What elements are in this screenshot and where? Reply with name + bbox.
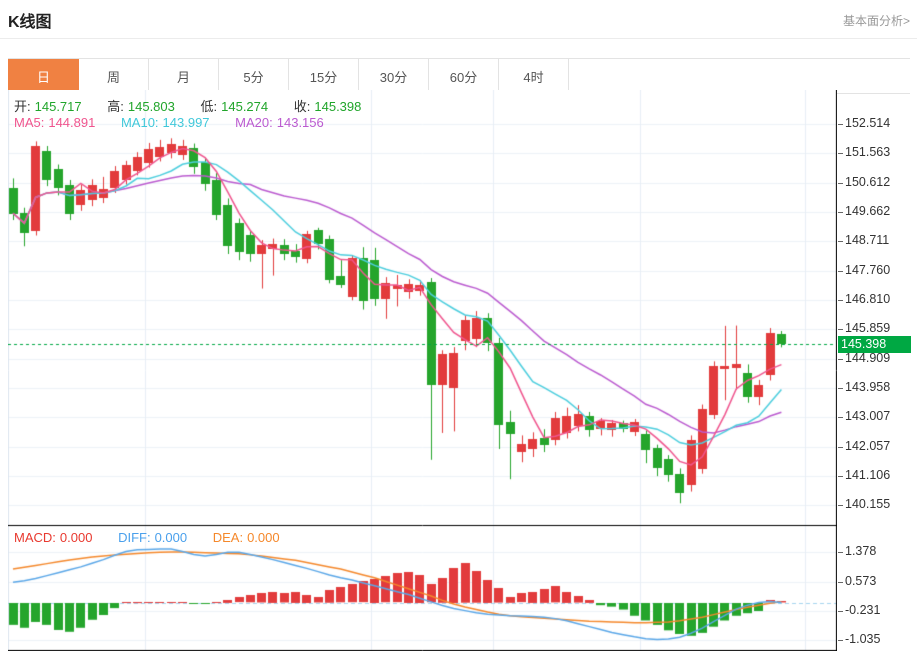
- ma20-value: 143.156: [276, 115, 324, 130]
- price-axis-label-tick: [838, 505, 843, 507]
- ma10-label: MA10:: [120, 115, 159, 130]
- fundamental-analysis-link[interactable]: 基本面分析>: [843, 12, 910, 29]
- macd-axis-label: -1.035: [845, 632, 881, 647]
- tab-月[interactable]: 月: [149, 59, 219, 93]
- price-axis-label-tick: [838, 270, 843, 272]
- price-axis-label-tick: [838, 417, 843, 419]
- price-axis-label: 151.563: [845, 145, 891, 160]
- tab-周[interactable]: 周: [79, 59, 149, 93]
- price-axis-label: 141.106: [845, 467, 891, 482]
- tab-30分[interactable]: 30分: [359, 59, 429, 93]
- close-label: 收:: [293, 99, 311, 114]
- macd-axis-label-tick: [838, 552, 843, 554]
- price-axis-label: 140.155: [845, 497, 891, 512]
- macd-axis-label: -0.231: [845, 603, 881, 617]
- price-axis-label-tick: [838, 153, 843, 155]
- kline-page: { "page": {"title": "K线图", "link": "基本面分…: [0, 0, 917, 656]
- price-axis-label: 142.057: [845, 438, 891, 453]
- price-axis-label: 148.711: [845, 233, 890, 248]
- period-tabbar: 日周月 5分 15分 30分 60分 4时: [8, 58, 910, 94]
- macd-axis-label-tick: [838, 640, 843, 642]
- price-axis-label-tick: [838, 241, 843, 243]
- title-divider: [0, 38, 917, 39]
- ma-legend-row: MA5: 144.891 MA10: 143.997 MA20: 143.156: [14, 115, 328, 130]
- price-axis-label-tick: [838, 329, 843, 331]
- price-axis-label: 147.760: [845, 262, 891, 277]
- price-axis-label-tick: [838, 182, 843, 184]
- price-axis-label: 146.810: [845, 291, 891, 306]
- price-axis-label: 149.662: [845, 203, 891, 218]
- price-axis-label: 143.007: [845, 409, 891, 424]
- low-label: 低:: [200, 99, 218, 114]
- ma5-value: 144.891: [48, 115, 96, 130]
- high-label: 高:: [107, 99, 124, 114]
- close-value: 145.398: [314, 99, 362, 114]
- dea-label: DEA:: [212, 530, 244, 545]
- price-axis-label-tick: [838, 475, 843, 477]
- dea-value: 0.000: [247, 530, 280, 545]
- macd-axis-label-tick: [838, 611, 843, 612]
- diff-value: 0.000: [154, 530, 188, 545]
- macd-axis-label: 1.378: [845, 544, 877, 559]
- tab-日[interactable]: 日: [8, 59, 79, 93]
- macd-label: MACD:: [14, 530, 56, 545]
- price-axis-label-tick: [838, 124, 843, 125]
- price-axis-label-tick: [838, 211, 843, 213]
- tab-4时[interactable]: 4时: [499, 59, 569, 93]
- macd-axis-label: 0.573: [845, 573, 877, 588]
- diff-label: DIFF:: [118, 530, 151, 545]
- current-price-badge: 145.398: [838, 335, 911, 353]
- price-axis-label-tick: [838, 446, 843, 448]
- low-value: 145.274: [221, 99, 269, 114]
- tab-15分[interactable]: 15分: [289, 59, 359, 93]
- high-value: 145.803: [127, 99, 175, 114]
- ma5-label: MA5:: [14, 115, 45, 130]
- price-axis-label: 143.958: [845, 379, 891, 394]
- open-label: 开:: [14, 99, 31, 114]
- macd-axis-label-tick: [838, 581, 843, 583]
- price-axis-label: 145.859: [845, 321, 891, 336]
- ohlc-row: 开: 145.717 高: 145.803 低: 145.274 收: 145.398: [14, 96, 365, 115]
- ma20-label: MA20:: [235, 115, 273, 130]
- macd-value: 0.000: [59, 530, 93, 545]
- price-axis-label-tick: [838, 387, 843, 389]
- page-title: K线图: [8, 14, 52, 31]
- price-axis-label: 144.909: [845, 350, 891, 365]
- price-axis-label-tick: [838, 358, 843, 360]
- macd-legend-row: MACD: 0.000 DIFF: 0.000 DEA: 0.000: [14, 530, 284, 545]
- open-value: 145.717: [34, 99, 82, 114]
- price-axis-label: 152.514: [845, 116, 891, 130]
- candlestick-chart-canvas[interactable]: [8, 90, 837, 651]
- ma10-value: 143.997: [162, 115, 210, 130]
- price-axis-label: 150.612: [845, 174, 891, 189]
- tab-60分[interactable]: 60分: [429, 59, 499, 93]
- tab-5分[interactable]: 5分: [219, 59, 289, 93]
- price-axis-label-tick: [838, 299, 843, 301]
